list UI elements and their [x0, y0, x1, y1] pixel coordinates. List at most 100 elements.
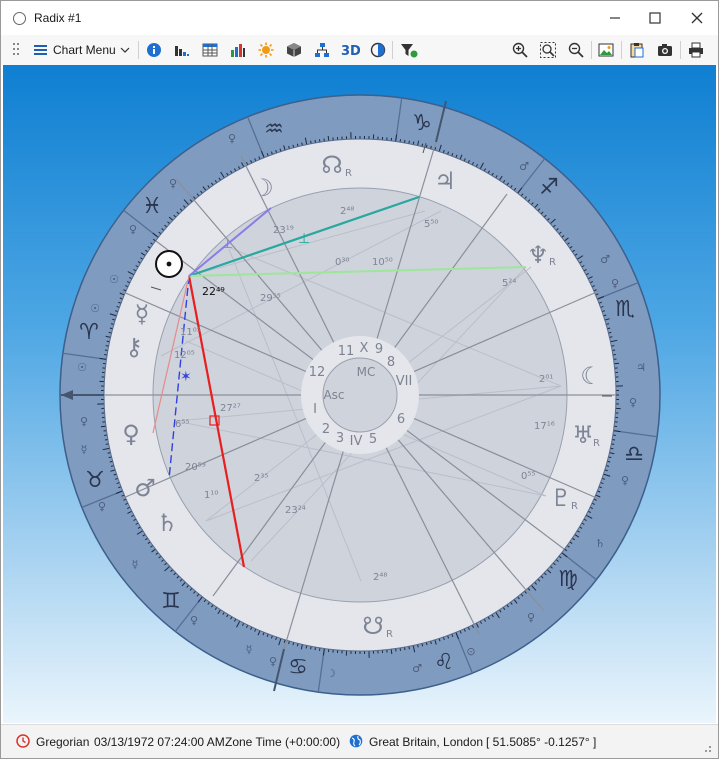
svg-text:R: R	[345, 168, 352, 179]
camera-icon	[658, 44, 672, 56]
cube-icon	[287, 43, 301, 57]
svg-text:1¹⁰: 1¹⁰	[204, 490, 218, 501]
svg-text:2⁴⁸: 2⁴⁸	[373, 572, 387, 583]
zoom-out-icon	[568, 42, 584, 58]
sun-degree: 22⁴⁹	[202, 285, 225, 298]
svg-text:29⁵⁵: 29⁵⁵	[260, 293, 281, 304]
hamburger-icon	[34, 45, 47, 55]
asc-label: Asc	[323, 388, 344, 402]
chevron-down-icon	[120, 47, 130, 53]
svg-text:2⁰¹: 2⁰¹	[539, 374, 553, 385]
sagittarius-icon: ♐	[539, 175, 559, 200]
camera-button[interactable]	[655, 39, 675, 61]
house-number: IV	[350, 434, 363, 449]
svg-text:10⁵⁰: 10⁵⁰	[372, 257, 393, 268]
moon-icon[interactable]: ☽	[252, 174, 274, 202]
degree-tick	[614, 362, 620, 365]
north-node-icon[interactable]: ☊	[321, 151, 342, 179]
svg-text:♀: ♀	[80, 415, 88, 428]
gemini-icon: ♊	[161, 589, 181, 614]
svg-text:♀: ♀	[621, 474, 629, 487]
svg-text:⊙: ⊙	[466, 645, 475, 658]
saturn-icon[interactable]: ♄	[156, 509, 178, 537]
svg-text:R: R	[593, 438, 600, 449]
bar-chart-button[interactable]	[228, 39, 248, 61]
toolbar: Chart Menu 3D	[1, 35, 718, 65]
svg-text:☿: ☿	[132, 558, 139, 571]
radix-chart[interactable]: ✶ ⊥ ⊥ 11 X 9 8 VII 6 5 IV 3 2 I 12 MC As…	[3, 65, 716, 723]
house-number: 5	[369, 432, 377, 447]
mars-icon[interactable]: ♂	[134, 474, 156, 502]
pisces-icon: ♓	[142, 194, 162, 219]
svg-text:♀: ♀	[269, 655, 277, 668]
zoom-out-button[interactable]	[566, 39, 586, 61]
svg-text:♂: ♂	[412, 662, 422, 675]
clipboard-icon	[630, 43, 644, 58]
globe-icon	[349, 734, 363, 748]
sextile-aspect-icon: ✶	[180, 369, 192, 385]
svg-text:6⁵⁵: 6⁵⁵	[175, 419, 189, 430]
svg-text:5²⁴: 5²⁴	[502, 278, 516, 289]
jupiter-icon[interactable]: ♃	[434, 167, 456, 195]
uranus-icon[interactable]: ♅	[572, 421, 594, 449]
neptune-icon[interactable]: ♆	[527, 241, 549, 269]
resize-grip-icon[interactable]	[702, 745, 712, 755]
clock-icon	[16, 734, 30, 748]
minimize-button[interactable]	[595, 1, 635, 35]
taurus-icon: ♉	[85, 468, 105, 493]
svg-text:☿: ☿	[81, 443, 88, 456]
svg-text:2⁴⁸: 2⁴⁸	[340, 206, 354, 217]
filter-button[interactable]	[398, 39, 420, 61]
chart-datetime[interactable]: 03/13/1972 07:24:00 AM	[94, 735, 225, 749]
svg-text:♂: ♂	[600, 253, 610, 266]
house-number: 2	[322, 422, 330, 437]
moon-waning-icon[interactable]: ☾	[580, 362, 602, 390]
hierarchy-button[interactable]	[312, 39, 332, 61]
chart-menu-button[interactable]: Chart Menu	[34, 39, 130, 61]
pluto-icon[interactable]: ♇	[550, 484, 572, 512]
3d-button[interactable]: 3D	[339, 39, 361, 61]
scorpio-icon: ♏	[615, 297, 635, 322]
aries-icon: ♈	[79, 320, 99, 345]
dynamic-chart-button[interactable]	[172, 39, 192, 61]
degree-tick	[327, 135, 330, 141]
mercury-icon[interactable]: ☿	[135, 300, 150, 328]
print-button[interactable]	[686, 39, 706, 61]
close-button[interactable]	[677, 1, 717, 35]
zoom-in-button[interactable]	[510, 39, 530, 61]
maximize-button[interactable]	[635, 1, 675, 35]
cube-button[interactable]	[284, 39, 304, 61]
venus-icon[interactable]: ♀	[122, 420, 140, 448]
calendar-type[interactable]: Gregorian	[36, 735, 89, 749]
sun-button[interactable]	[256, 39, 276, 61]
chart-canvas[interactable]: ✶ ⊥ ⊥ 11 X 9 8 VII 6 5 IV 3 2 I 12 MC As…	[3, 65, 716, 723]
semi-aspect-icon: ⊥	[222, 237, 233, 252]
location-coords[interactable]: [ 51.5085° -0.1257° ]	[486, 735, 596, 749]
svg-text:☉: ☉	[90, 302, 100, 315]
location-name[interactable]: Great Britain, London	[369, 735, 483, 749]
table-button[interactable]	[200, 39, 220, 61]
south-node-icon[interactable]: ☋	[362, 612, 383, 640]
zoom-fit-button[interactable]	[538, 39, 558, 61]
svg-text:♀: ♀	[169, 177, 177, 190]
dial-button[interactable]	[368, 39, 388, 61]
house-number: 11	[338, 344, 355, 359]
chiron-icon[interactable]: ⚷	[125, 333, 143, 361]
clipboard-button[interactable]	[627, 39, 647, 61]
zoom-in-icon	[512, 42, 528, 58]
house-number: X	[360, 341, 369, 356]
svg-text:0⁵⁵: 0⁵⁵	[521, 471, 535, 482]
info-button[interactable]	[144, 39, 164, 61]
house-number: VII	[396, 374, 413, 389]
minimize-icon	[610, 17, 620, 19]
svg-text:20⁵⁹: 20⁵⁹	[185, 462, 206, 473]
3d-icon: 3D	[341, 44, 360, 58]
zone-time[interactable]: Zone Time (+0:00:00)	[225, 735, 340, 749]
svg-text:♀: ♀	[98, 500, 106, 513]
trine-aspect-icon: ⊥	[298, 231, 310, 247]
chart-menu-label: Chart Menu	[53, 43, 116, 57]
toolbar-grip[interactable]	[13, 43, 21, 57]
image-button[interactable]	[596, 39, 616, 61]
cancer-icon: ♋	[288, 655, 308, 680]
libra-icon: ♎	[624, 442, 644, 467]
